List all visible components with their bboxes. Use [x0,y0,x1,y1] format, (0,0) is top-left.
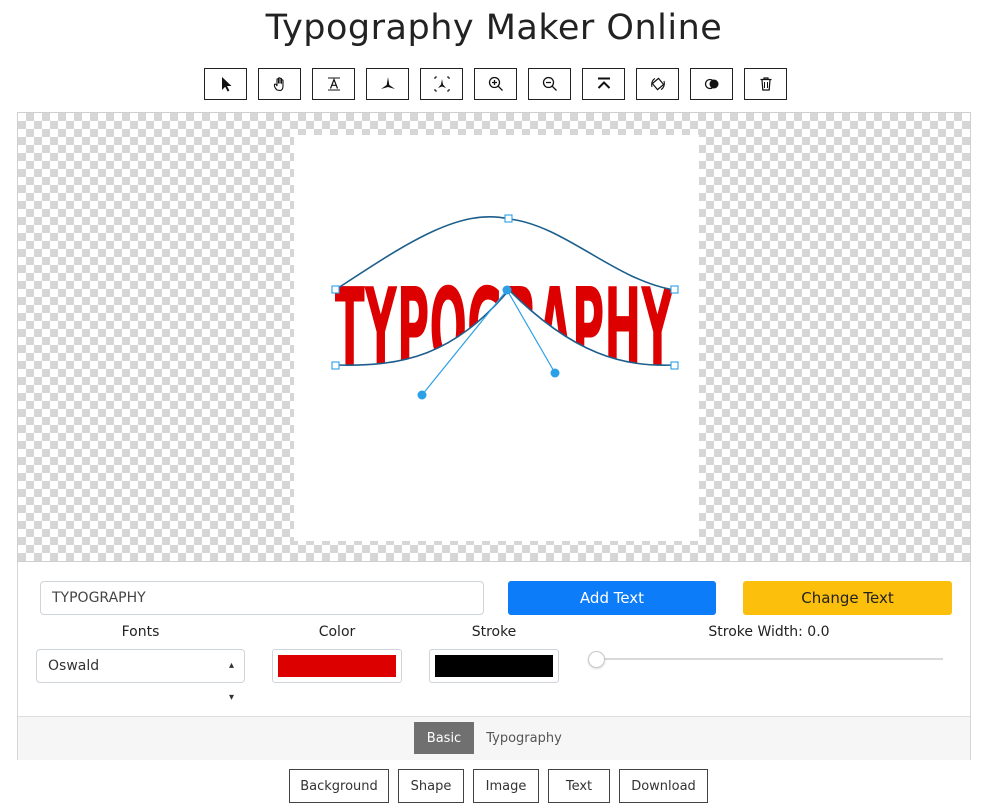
controls-panel: TYPOGRAPHY Add Text Change Text Fonts Co… [17,562,971,760]
panel-tabs: Basic Typography [18,716,970,760]
page-title: Typography Maker Online [265,8,723,48]
hand-icon [273,77,284,92]
warp-icon [380,77,395,89]
control-point-top-right[interactable] [670,285,679,294]
tab-basic[interactable]: Basic [414,722,474,754]
background-button[interactable]: Background [289,769,389,803]
envelope-tool-button[interactable] [420,68,463,100]
pointer-icon [221,77,231,92]
shape-button[interactable]: Shape [398,769,464,803]
text-button[interactable]: Text [548,769,610,803]
fonts-label: Fonts [121,624,160,640]
zoom-out-button[interactable] [528,68,571,100]
blend-icon [704,78,718,90]
font-select-value: Oswald [48,658,100,674]
arch-icon [597,77,610,89]
select-tool-button[interactable] [204,68,247,100]
bezier-anchor-center[interactable] [502,285,512,295]
stroke-color-picker[interactable] [429,649,559,683]
pan-tool-button[interactable] [258,68,301,100]
artboard[interactable]: TYPOGRAPHY [294,135,699,541]
control-point-top-center[interactable] [504,214,513,223]
bezier-handle-right[interactable] [550,368,560,378]
flip-icon [650,77,665,91]
select-caret-icon: ▴ ▾ [228,660,234,703]
download-button[interactable]: Download [619,769,708,803]
control-point-bottom-left[interactable] [331,361,340,370]
text-transform-button[interactable] [312,68,355,100]
delete-button[interactable] [744,68,787,100]
stroke-swatch [435,655,553,677]
control-point-top-left[interactable] [331,285,340,294]
warped-text[interactable]: TYPOGRAPHY [335,266,675,391]
zoom-in-icon [488,76,503,91]
color-picker[interactable] [272,649,402,683]
color-swatch [278,655,396,677]
stroke-label: Stroke [471,624,517,640]
image-button[interactable]: Image [473,769,539,803]
flip-tool-button[interactable] [636,68,679,100]
tab-typography[interactable]: Typography [480,722,568,754]
trash-icon [760,77,771,91]
zoom-out-icon [542,76,557,91]
add-text-button[interactable]: Add Text [508,581,716,615]
control-point-bottom-right[interactable] [670,361,679,370]
envelope-distort-icon [433,76,450,92]
text-transform-icon [327,77,340,91]
change-text-button[interactable]: Change Text [743,581,952,615]
design-canvas[interactable]: TYPOGRAPHY [17,112,971,562]
stroke-width-slider-thumb[interactable] [588,651,605,668]
bottom-nav: Background Shape Image Text Download [289,769,708,803]
bezier-handle-left[interactable] [417,390,427,400]
text-input[interactable]: TYPOGRAPHY [40,581,484,615]
blend-tool-button[interactable] [690,68,733,100]
font-select[interactable]: Oswald ▴ ▾ [36,649,245,703]
stroke-width-label: Stroke Width: 0.0 [708,624,830,640]
arch-tool-button[interactable] [582,68,625,100]
stroke-width-slider-track[interactable] [596,658,943,660]
zoom-in-button[interactable] [474,68,517,100]
color-label: Color [318,624,356,640]
warp-tool-button[interactable] [366,68,409,100]
toolbar [204,68,787,100]
